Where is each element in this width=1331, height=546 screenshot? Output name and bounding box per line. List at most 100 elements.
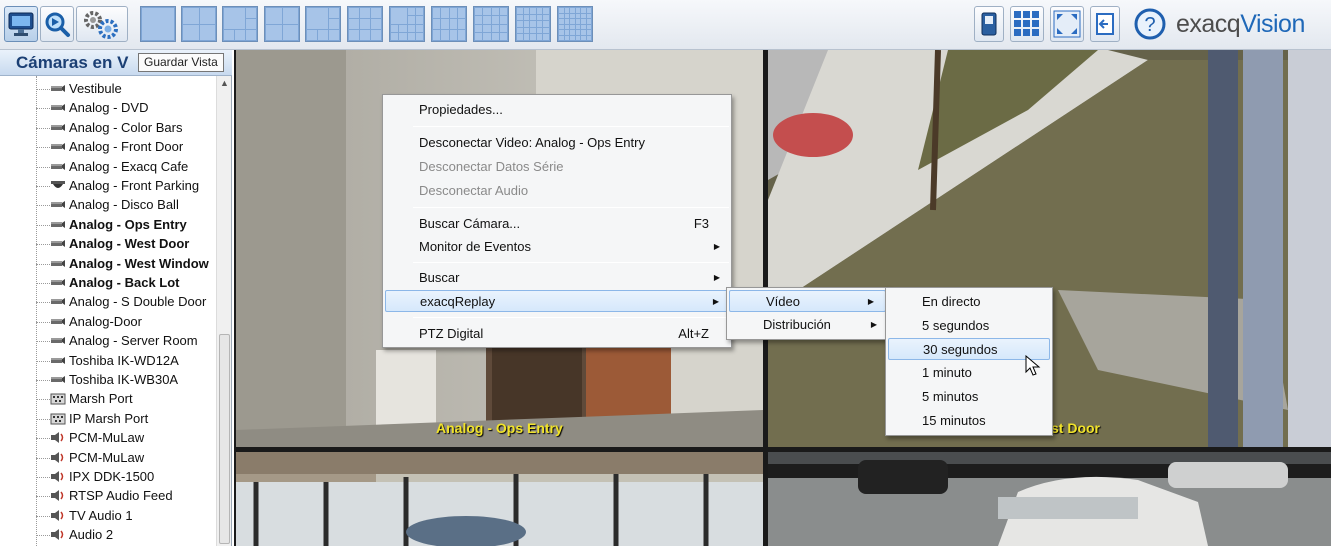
video-tile-west-window[interactable] [236, 452, 763, 546]
tree-item-label: Analog - Ops Entry [69, 216, 187, 232]
single-camera-icon [981, 12, 997, 36]
tree-item-label: PCM-MuLaw [69, 449, 145, 465]
tree-scrollbar[interactable]: ▲ [216, 76, 231, 546]
tree-item[interactable]: Analog - West Window [50, 254, 209, 273]
tree-item[interactable]: PCM-MuLaw [50, 428, 144, 447]
video-label-west-door: st Door [1051, 420, 1100, 436]
back-icon [1096, 13, 1114, 35]
menu-item-exacqreplay[interactable]: exacqReplay ▶ [385, 290, 729, 312]
menu-item-label: 1 minuto [922, 365, 972, 380]
tree-item-label: Vestibule [69, 81, 122, 96]
logo-text-vision: Vision [1240, 10, 1305, 38]
video-tile-back-lot[interactable] [768, 452, 1331, 546]
search-icon [45, 12, 70, 37]
config-view-button[interactable] [76, 6, 128, 42]
tree-item[interactable]: Analog - Front Door [50, 137, 183, 156]
layout-3x3-button[interactable] [347, 6, 383, 42]
tree-item[interactable]: Analog - Front Parking [50, 176, 199, 195]
layout-2x2-button[interactable] [181, 6, 217, 42]
grid-view-button[interactable] [1010, 6, 1044, 42]
scroll-up-arrow[interactable]: ▲ [219, 78, 230, 88]
submenu-arrow-icon: ▶ [870, 320, 877, 329]
tree-item[interactable]: Vestibule [50, 79, 122, 98]
tree-item[interactable]: RTSP Audio Feed [50, 486, 173, 505]
scroll-thumb[interactable] [219, 334, 230, 544]
tree-connector [36, 89, 50, 90]
tree-item[interactable]: PCM-MuLaw [50, 448, 144, 467]
replay-15-minutes[interactable]: 15 minutos [886, 410, 1052, 432]
tree-item[interactable]: IP Marsh Port [50, 409, 148, 428]
submenu-item-video[interactable]: Vídeo ▶ [729, 290, 886, 312]
search-view-button[interactable] [40, 6, 74, 42]
tree-item-label: TV Audio 1 [69, 507, 133, 523]
menu-item-label: Buscar [419, 270, 460, 285]
camera-tree-panel: Cámaras en V Guardar Vista Vestibule Anal… [0, 50, 232, 546]
replay-5-minutes[interactable]: 5 minutos [886, 386, 1052, 408]
tree-connector [36, 127, 50, 129]
menu-item-label: exacqReplay [420, 294, 496, 309]
layout-1plus5-button[interactable] [222, 6, 258, 42]
layout-1plus12-button[interactable] [389, 6, 425, 42]
submenu-arrow-icon: ▶ [713, 242, 720, 251]
tree-item[interactable]: Analog-Door [50, 312, 142, 331]
tree-item[interactable]: Analog - Color Bars [50, 118, 182, 137]
video-label-ops-entry: Analog - Ops Entry [436, 420, 563, 436]
tree-item-label: Analog - DVD [69, 100, 149, 116]
layout-4x4-button[interactable] [473, 6, 509, 42]
tree-connector [36, 380, 50, 381]
tree-item[interactable]: Analog - S Double Door [50, 292, 206, 311]
tree-connector [36, 341, 50, 343]
tree-item[interactable]: TV Audio 1 [50, 506, 133, 525]
tree-connector [36, 147, 50, 149]
tree-item[interactable]: Analog - Server Room [50, 331, 198, 350]
tree-item[interactable]: Analog - Exacq Cafe [50, 157, 188, 176]
menu-item-digital-ptz[interactable]: PTZ Digital Alt+Z [383, 323, 731, 345]
tree-connector [36, 244, 50, 246]
tree-item[interactable]: Toshiba IK-WB30A [50, 370, 178, 389]
menu-item-label: Distribución [763, 317, 831, 332]
tile-context-menu: Propiedades... Desconectar Video: Analog… [382, 94, 732, 348]
layout-6x6-button[interactable] [557, 6, 593, 42]
tree-item-label: Analog - West Window [69, 255, 209, 271]
tree-item-label: Analog - Front Parking [69, 178, 200, 193]
menu-item-event-monitor[interactable]: Monitor de Eventos ▶ [383, 236, 731, 258]
menu-item-search[interactable]: Buscar ▶ [383, 267, 731, 289]
tree-item[interactable]: Analog - Disco Ball [50, 195, 179, 214]
menu-separator [413, 207, 729, 208]
tree-item[interactable]: Analog - Back Lot [50, 273, 180, 292]
submenu-item-distribution[interactable]: Distribución ▶ [727, 314, 888, 336]
menu-item-properties[interactable]: Propiedades... [383, 99, 731, 121]
replay-live[interactable]: En directo [886, 291, 1052, 313]
back-button[interactable] [1090, 6, 1120, 42]
menu-item-find-camera[interactable]: Buscar Cámara... F3 [383, 213, 731, 235]
live-view-button[interactable] [4, 6, 38, 42]
tree-item[interactable]: IPX DDK-1500 [50, 467, 154, 486]
camera-icon [50, 237, 66, 250]
tree-connector [36, 438, 50, 440]
menu-item-label: Desconectar Audio [419, 183, 529, 198]
camera-icon [50, 295, 66, 308]
menu-item-label: Monitor de Eventos [419, 239, 532, 254]
single-camera-button[interactable] [974, 6, 1004, 42]
tree-item[interactable]: Analog - West Door [50, 234, 189, 253]
tree-item[interactable]: Audio 2 [50, 525, 113, 544]
layout-1plus7-button[interactable] [264, 6, 300, 42]
layout-4x3-button[interactable] [431, 6, 467, 42]
tree-item[interactable]: Analog - DVD [50, 98, 148, 117]
main-toolbar: ? exacqVision [0, 0, 1331, 50]
tree-item[interactable]: Toshiba IK-WD12A [50, 351, 179, 370]
audio-icon [50, 528, 66, 541]
exacqreplay-submenu: Vídeo ▶ Distribución ▶ [726, 287, 889, 340]
tree-item[interactable]: Marsh Port [50, 389, 133, 408]
layout-1x1-button[interactable] [140, 6, 176, 42]
layout-5x5-button[interactable] [515, 6, 551, 42]
help-button[interactable]: ? [1128, 6, 1172, 42]
sidebar-header: Cámaras en V Guardar Vista [0, 50, 232, 76]
tree-item[interactable]: Analog - Ops Entry [50, 215, 187, 234]
fullscreen-button[interactable] [1050, 6, 1084, 42]
menu-item-disconnect-video[interactable]: Desconectar Video: Analog - Ops Entry [383, 132, 731, 154]
tree-item-label: Audio 2 [69, 527, 114, 543]
layout-1plus3-button[interactable] [305, 6, 341, 42]
tree-connector [36, 399, 50, 401]
replay-5-seconds[interactable]: 5 segundos [886, 315, 1052, 337]
